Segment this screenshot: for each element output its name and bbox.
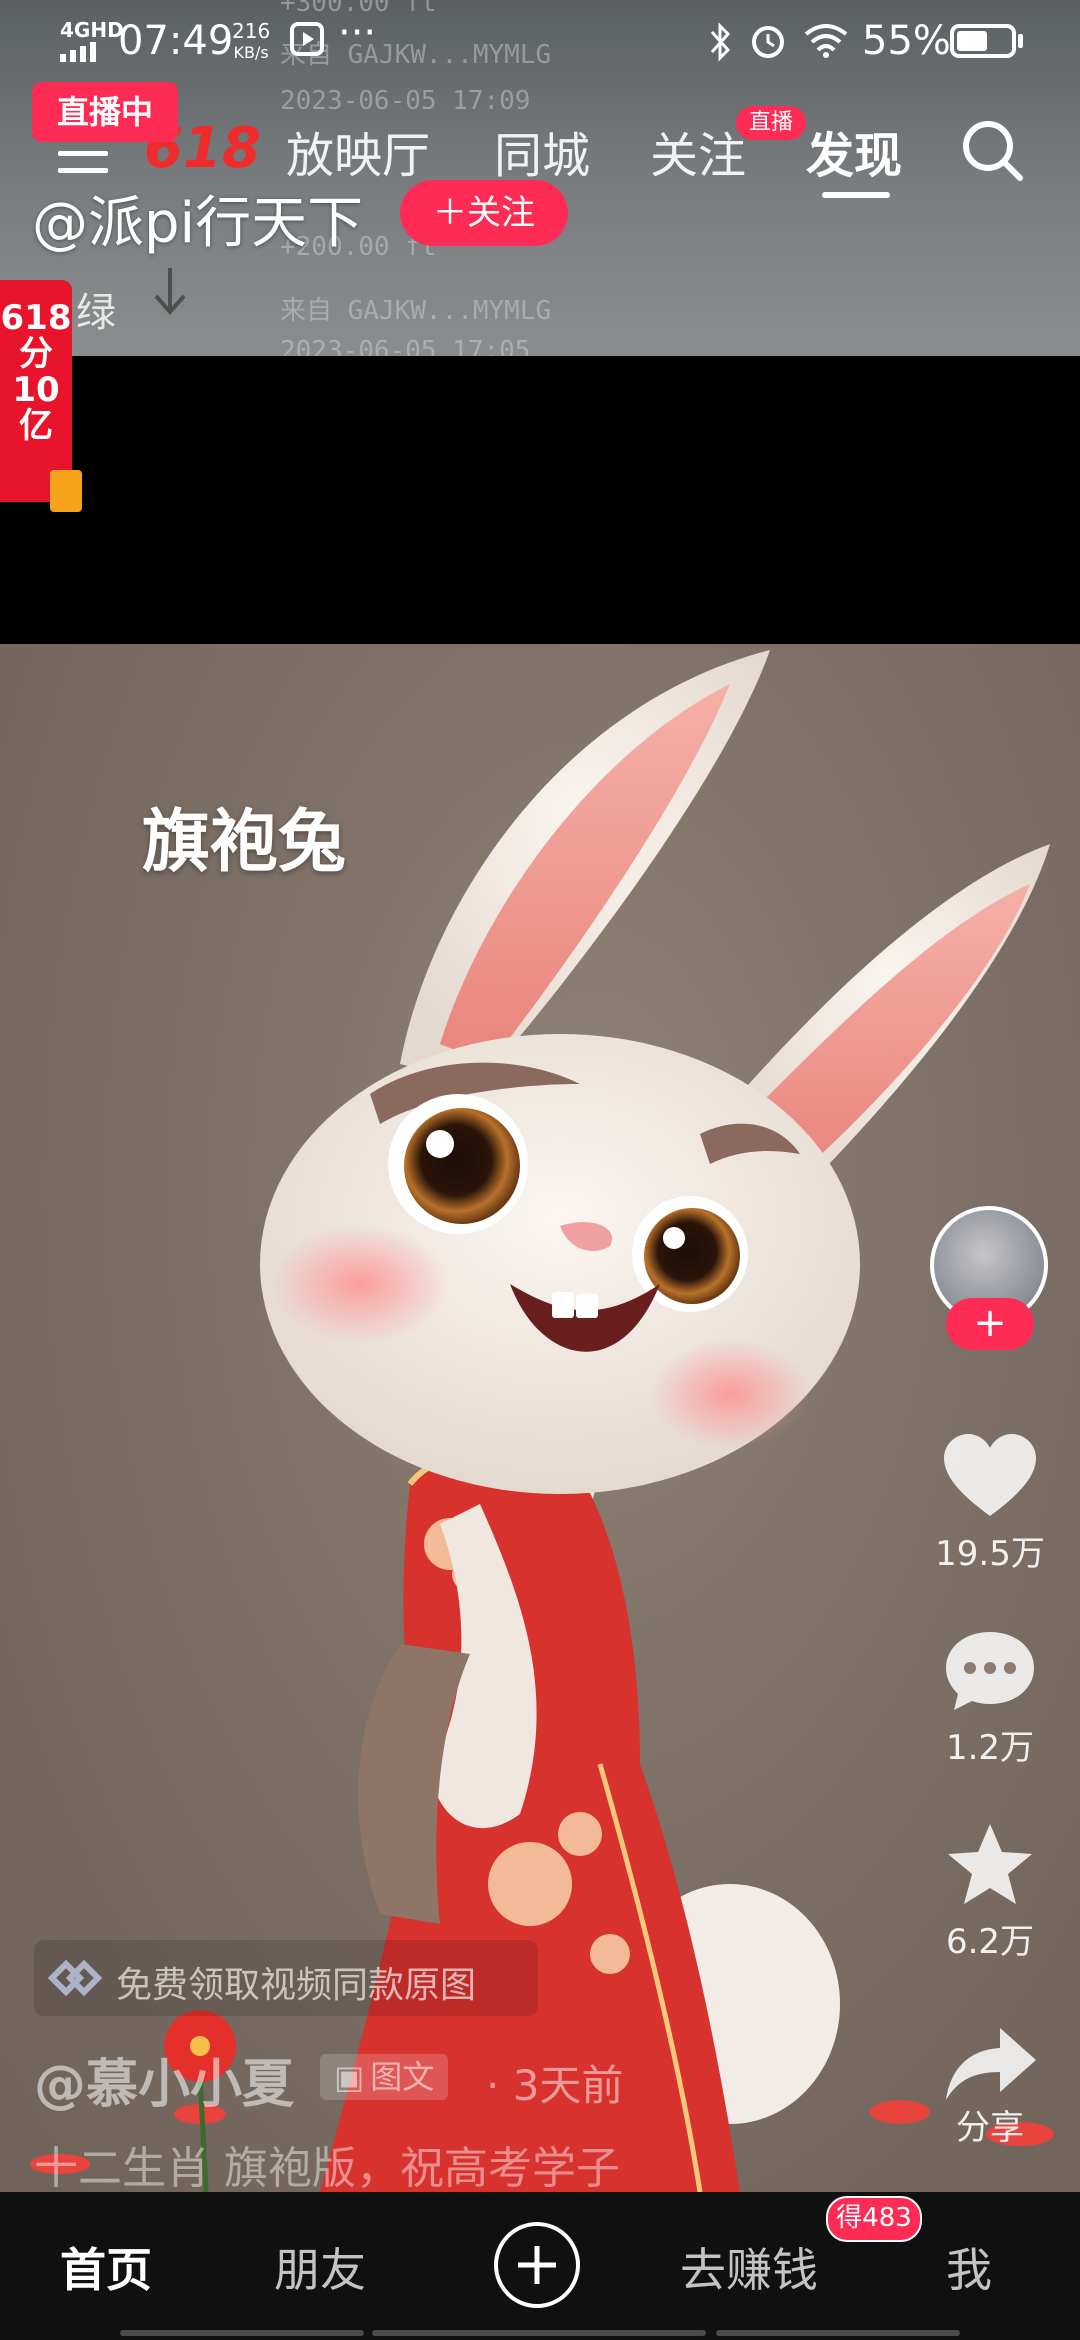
plus-icon <box>518 2246 556 2284</box>
banner-line: 618 <box>0 298 72 338</box>
share-button[interactable]: 分享 <box>930 2020 1050 2149</box>
comment-count: 1.2万 <box>945 1728 1035 1768</box>
more-notifications: ··· <box>338 10 377 56</box>
status-bar: 4GHD 07:49 216 KB/s ··· 55% <box>0 0 1080 84</box>
earn-badge: 得483 <box>826 2196 922 2242</box>
like-count: 19.5万 <box>935 1534 1045 1574</box>
share-icon <box>946 2028 1036 2100</box>
nav-earn[interactable]: 去赚钱 <box>680 2234 818 2300</box>
tab-nearby[interactable]: 同城 <box>494 116 590 186</box>
signal-icon <box>60 42 96 62</box>
tab-following[interactable]: 关注 <box>650 116 746 186</box>
like-button[interactable]: 19.5万 <box>930 1432 1050 1575</box>
play-icon <box>290 22 324 56</box>
nav-friends[interactable]: 朋友 <box>274 2234 366 2300</box>
promo-hint-card[interactable]: 免费领取视频同款原图 <box>34 1940 538 2016</box>
preview-side-text: 绿 <box>76 290 116 336</box>
favorite-button[interactable]: 6.2万 <box>930 1820 1050 1963</box>
letterbox <box>0 356 1080 644</box>
star-icon <box>948 1824 1032 1904</box>
network-type: 4GHD <box>60 18 124 42</box>
image-post-icon: ▣ <box>334 2058 365 2096</box>
post-type-label: 图文 <box>370 2058 435 2096</box>
alarm-icon <box>752 26 784 58</box>
gesture-bar-segment <box>716 2330 960 2336</box>
nav-me[interactable]: 我 <box>946 2234 992 2300</box>
post-time: · 3天前 <box>486 2061 624 2110</box>
battery-percent: 55% <box>862 18 951 64</box>
overlay-title: 旗袍兔 <box>142 803 347 882</box>
favorite-count: 6.2万 <box>945 1922 1035 1962</box>
arrow-down-icon <box>154 268 186 316</box>
bluetooth-icon <box>710 22 731 62</box>
clock: 07:49 <box>118 18 234 64</box>
active-tab-indicator <box>822 192 890 198</box>
speed-value: 216 <box>232 19 271 43</box>
live-badge[interactable]: 直播中 <box>32 82 178 142</box>
post-author[interactable]: @慕小小夏 <box>34 2042 294 2117</box>
gesture-bar-segment <box>120 2330 364 2336</box>
battery-icon <box>950 24 1016 58</box>
follow-button[interactable]: ＋关注 <box>400 180 568 246</box>
network-speed: 216 KB/s <box>232 20 270 64</box>
promo-side-banner[interactable]: 618 分 10 亿 <box>0 280 72 502</box>
create-button[interactable] <box>494 2222 580 2308</box>
live-tag-badge: 直播 <box>736 106 806 140</box>
preview-line: 来自 GAJKW...MYMLG <box>280 296 552 326</box>
nav-home[interactable]: 首页 <box>60 2234 152 2300</box>
follow-plus-icon[interactable]: + <box>946 1298 1034 1350</box>
creator-avatar[interactable]: + <box>930 1206 1050 1350</box>
author-handle[interactable]: @派pi行天下 <box>32 178 363 259</box>
red-packet-icon <box>50 470 82 512</box>
link-icon <box>47 1959 103 1997</box>
comment-button[interactable]: 1.2万 <box>930 1626 1050 1769</box>
speed-unit: KB/s <box>233 43 269 62</box>
banner-line: 10 <box>12 370 60 410</box>
tab-cinema[interactable]: 放映厅 <box>286 116 430 186</box>
gesture-bar-segment <box>372 2330 706 2336</box>
promo-hint-text: 免费领取视频同款原图 <box>116 1965 477 2006</box>
post-caption[interactable]: 十二生肖 旗袍版，祝高考学子 <box>34 2132 620 2196</box>
search-icon[interactable] <box>960 118 1026 184</box>
banner-line: 分 <box>19 334 53 374</box>
banner-line: 亿 <box>19 406 53 446</box>
preview-line: 2023-06-05 17:05 <box>280 336 531 356</box>
tab-discover[interactable]: 发现 <box>806 116 902 186</box>
wifi-icon <box>804 24 848 58</box>
post-type-tag: ▣ 图文 <box>320 2054 449 2100</box>
heart-icon <box>944 1434 1036 1516</box>
comment-icon <box>946 1632 1034 1710</box>
